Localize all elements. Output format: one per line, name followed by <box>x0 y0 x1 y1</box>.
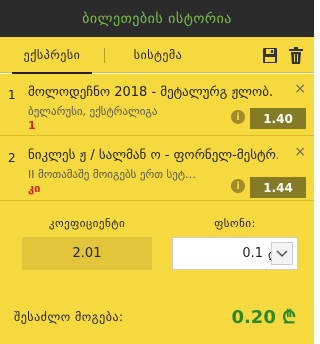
bet-league: ბელარუსი, ექსტრალიგა <box>28 105 158 118</box>
close-icon[interactable]: × <box>294 82 306 96</box>
bet-outcome: კი <box>28 182 41 195</box>
stake-value[interactable]: 0.1 <box>242 246 263 261</box>
tab-system[interactable]: სისტემა <box>118 37 198 73</box>
bet-index: 2 <box>8 151 16 165</box>
odd-badge: 1.40 <box>250 108 306 129</box>
close-icon[interactable]: × <box>294 145 306 159</box>
chevron-down-icon <box>276 249 288 257</box>
possible-win-value: 0.20 ₾ <box>231 307 296 328</box>
bet-market: II მოთამაშე მოიგებს ერთ სეტ… <box>28 168 197 181</box>
trash-icon[interactable] <box>288 47 304 64</box>
stake-dropdown-button[interactable] <box>271 242 293 265</box>
bet-outcome: 1 <box>28 119 36 132</box>
bet-history-header: ბილეთების ისტორია <box>0 0 314 37</box>
tab-divider <box>104 48 105 63</box>
tab-express-label: ექსპრესი <box>23 48 81 62</box>
bet-index: 1 <box>8 88 16 102</box>
bet-item: 2 ნიკლეს ჟ / სალმან ო - ფორნელ-მესტრ… II… <box>0 137 314 199</box>
betslip-tabs: ექსპრესი სისტემა <box>0 37 314 74</box>
page-title: ბილეთების ისტორია <box>82 10 232 27</box>
bet-item: 1 მოლოდეჩნო 2018 - მეტალურგ ჟლობ. ბელარუ… <box>0 74 314 136</box>
bet-event-title: მოლოდეჩნო 2018 - მეტალურგ ჟლობ. <box>28 85 274 100</box>
save-icon[interactable] <box>262 47 278 64</box>
odd-badge: 1.44 <box>250 177 306 198</box>
tab-system-label: სისტემა <box>133 48 183 62</box>
stake-input[interactable]: 0.1 ₾ <box>172 237 298 270</box>
info-icon[interactable]: i <box>231 179 245 193</box>
bet-list: 1 მოლოდეჩნო 2018 - მეტალურგ ჟლობ. ბელარუ… <box>0 74 314 200</box>
stake-label: ფსონი: <box>214 217 256 230</box>
coefficient-value: 2.01 <box>72 246 102 261</box>
bet-event-title: ნიკლეს ჟ / სალმან ო - ფორნელ-მესტრ… <box>28 148 278 163</box>
betslip-summary: კოეფიციენტი 2.01 ფსონი: 0.1 ₾ შესაძლო მო… <box>0 200 314 344</box>
info-icon[interactable]: i <box>231 110 245 124</box>
tab-express[interactable]: ექსპრესი <box>12 37 92 74</box>
coefficient-value-box: 2.01 <box>22 237 152 270</box>
coefficient-label: კოეფიციენტი <box>48 217 126 230</box>
possible-win-label: შესაძლო მოგება: <box>14 310 124 324</box>
